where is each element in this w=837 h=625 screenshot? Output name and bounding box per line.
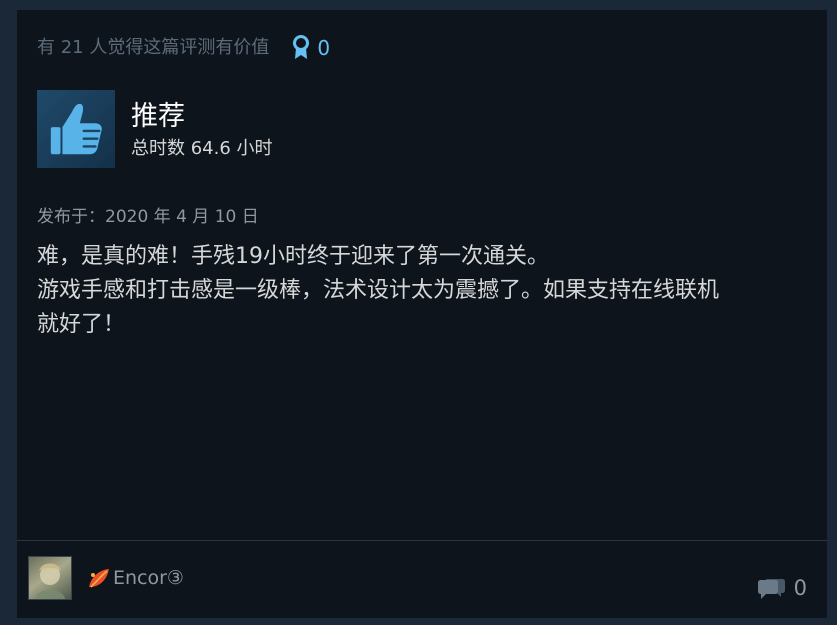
comment-count: 0 [793,576,807,600]
review-line: 难，是真的难！手残19小时终于迎来了第一次通关。 [37,244,549,269]
posted-date: 发布于：2020 年 4 月 10 日 [37,207,259,227]
avatar[interactable] [28,556,72,600]
playtime-hours: 总时数 64.6 小时 [131,138,273,159]
review-footer: Encor③ 0 [17,541,827,618]
helpful-count-text: 有 21 人觉得这篇评测有价值 [37,37,270,58]
review-line: 就好了！ [37,312,126,337]
author-name[interactable]: Encor③ [113,565,184,591]
author-info[interactable]: Encor③ [87,565,184,591]
thumbs-up-icon [37,90,115,168]
autumn-leaf-icon [87,567,111,589]
recommendation-block: 推荐 总时数 64.6 小时 [37,90,273,168]
recommendation-title[interactable]: 推荐 [131,100,273,134]
award-count: 0 [317,36,331,60]
comment-bubbles-icon [756,575,786,601]
award-ribbon-icon[interactable] [291,35,311,61]
review-line: 游戏手感和打击感是一级棒，法术设计太为震撼了。如果支持在线联机 [37,278,720,303]
review-body: 难，是真的难！手残19小时终于迎来了第一次通关。 游戏手感和打击感是一级棒，法术… [37,240,807,342]
comments-button[interactable]: 0 [756,575,807,601]
review-card: 有 21 人觉得这篇评测有价值 0 推荐 总时数 64.6 小时 发布于：202… [17,10,827,618]
helpful-row: 有 21 人觉得这篇评测有价值 0 [37,35,331,61]
